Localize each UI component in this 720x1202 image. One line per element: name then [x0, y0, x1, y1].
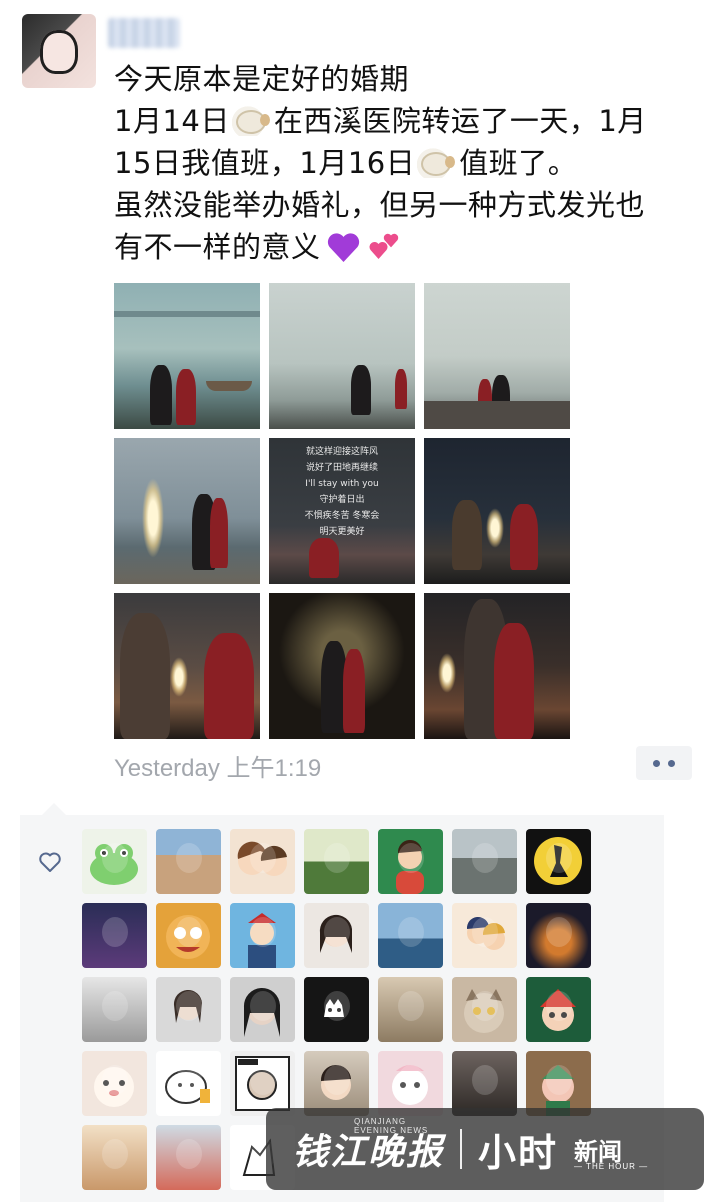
- poster-name-blurred[interactable]: [108, 18, 180, 48]
- post-line-3: 15日我值班，1月16日 值班了。: [114, 142, 704, 184]
- liker-avatar[interactable]: [452, 903, 517, 968]
- post-line-5-text: 有不一样的意义: [114, 230, 321, 264]
- liker-avatar[interactable]: [156, 1051, 221, 1116]
- figure-woman: [204, 633, 254, 739]
- watermark-divider: [460, 1129, 463, 1169]
- caption-line: 就这样迎接这阵风: [305, 447, 378, 457]
- post-line-2a: 1月14日: [114, 104, 230, 138]
- figure-woman: [395, 369, 407, 409]
- heart-outline-icon: [39, 852, 61, 872]
- figure-man: [120, 613, 170, 739]
- caption-line: 守护着日出: [319, 495, 365, 505]
- photo-1[interactable]: [114, 283, 260, 429]
- post-line-3b: 值班了。: [459, 146, 578, 180]
- sheep-emoji-icon: [231, 106, 272, 136]
- liker-avatar[interactable]: [452, 829, 517, 894]
- post-text: 今天原本是定好的婚期 1月14日 在西溪医院转运了一天，1月 15日我值班，1月1…: [114, 58, 704, 268]
- boat: [206, 381, 252, 391]
- liker-avatar[interactable]: [82, 977, 147, 1042]
- photo-5-video[interactable]: 就这样迎接这阵风 说好了田地再继续 I'll stay with you 守护着…: [269, 438, 415, 584]
- liker-avatar[interactable]: [378, 977, 443, 1042]
- caption-line: 不惧疾冬苦 冬寒会: [304, 511, 380, 521]
- figure-man: [452, 500, 482, 570]
- more-options-button[interactable]: [636, 746, 692, 780]
- sparkler: [486, 508, 504, 548]
- watermark-news: 新闻 — THE HOUR —: [574, 1132, 647, 1171]
- liker-avatar[interactable]: [304, 829, 369, 894]
- liker-avatar[interactable]: [156, 829, 221, 894]
- photo-8[interactable]: [269, 593, 415, 739]
- figure-man: [351, 365, 371, 415]
- two-hearts-icon: [367, 231, 403, 263]
- poster-avatar[interactable]: [22, 14, 96, 88]
- bridge: [114, 311, 260, 317]
- post-line-2b: 在西溪医院转运了一天，1月: [273, 104, 647, 138]
- video-caption: 就这样迎接这阵风 说好了田地再继续 I'll stay with you 守护着…: [297, 444, 387, 540]
- liker-avatar[interactable]: [304, 977, 369, 1042]
- liker-avatar[interactable]: [378, 829, 443, 894]
- figure-man: [150, 365, 172, 425]
- liker-avatar[interactable]: [452, 977, 517, 1042]
- liker-avatar[interactable]: [230, 1051, 295, 1116]
- liker-avatar[interactable]: [82, 903, 147, 968]
- figure-woman: [343, 649, 365, 733]
- liker-avatar[interactable]: [526, 977, 591, 1042]
- liker-avatar[interactable]: [156, 977, 221, 1042]
- photo-3[interactable]: [424, 283, 570, 429]
- post-line-2: 1月14日 在西溪医院转运了一天，1月: [114, 100, 704, 142]
- liker-avatar[interactable]: [82, 1051, 147, 1116]
- liker-avatar[interactable]: [378, 1051, 443, 1116]
- liker-avatar[interactable]: [452, 1051, 517, 1116]
- post-line-1: 今天原本是定好的婚期: [114, 62, 410, 96]
- news-watermark: 钱江晚报 QIANJIANG EVENING NEWS 小时 新闻 — THE …: [266, 1108, 704, 1190]
- liker-avatar[interactable]: [304, 903, 369, 968]
- photo-2[interactable]: [269, 283, 415, 429]
- rocks: [424, 401, 570, 429]
- watermark-news-sub: — THE HOUR —: [574, 1161, 649, 1171]
- figure-woman: [176, 369, 196, 425]
- post-line-4: 虽然没能举办婚礼，但另一种方式发光也: [114, 188, 646, 222]
- watermark-brand-text: 钱江晚报: [292, 1131, 445, 1173]
- photo-7[interactable]: [114, 593, 260, 739]
- liker-avatar[interactable]: [378, 903, 443, 968]
- purple-heart-icon: [327, 231, 361, 263]
- photo-4[interactable]: [114, 438, 260, 584]
- liker-avatar[interactable]: [230, 829, 295, 894]
- liker-avatar[interactable]: [82, 1125, 147, 1190]
- liker-avatar[interactable]: [156, 1125, 221, 1190]
- post-timestamp: Yesterday 上午1:19: [114, 755, 322, 782]
- liker-avatar[interactable]: [526, 829, 591, 894]
- caption-line: I'll stay with you: [305, 479, 379, 489]
- photo-grid: 就这样迎接这阵风 说好了田地再继续 I'll stay with you 守护着…: [114, 283, 570, 739]
- liker-avatar[interactable]: [156, 903, 221, 968]
- sparkler: [438, 653, 456, 693]
- watermark-hour: 小时: [478, 1130, 559, 1175]
- watermark-brand: 钱江晚报 QIANJIANG EVENING NEWS: [292, 1117, 445, 1175]
- figure-woman: [309, 538, 339, 578]
- caption-line: 明天更美好: [319, 527, 365, 537]
- liker-avatar[interactable]: [230, 977, 295, 1042]
- liker-avatar[interactable]: [82, 829, 147, 894]
- figure-woman: [510, 504, 538, 570]
- post-line-5: 有不一样的意义: [114, 226, 704, 268]
- photo-9[interactable]: [424, 593, 570, 739]
- liker-avatar[interactable]: [526, 1051, 591, 1116]
- sparkler: [170, 657, 188, 697]
- figure-woman: [494, 623, 534, 739]
- liker-avatar[interactable]: [230, 903, 295, 968]
- dot-icon: [653, 759, 660, 767]
- liker-avatar[interactable]: [526, 903, 591, 968]
- sheep-emoji-icon: [417, 148, 458, 178]
- photo-6[interactable]: [424, 438, 570, 584]
- liker-avatar[interactable]: [304, 1051, 369, 1116]
- dot-icon: [668, 759, 675, 767]
- post-line-3a: 15日我值班，1月16日: [114, 146, 416, 180]
- caption-line: 说好了田地再继续: [305, 463, 378, 473]
- figure-woman: [210, 498, 228, 568]
- fireworks: [142, 478, 164, 558]
- watermark-brand-sub: QIANJIANG EVENING NEWS: [354, 1117, 429, 1135]
